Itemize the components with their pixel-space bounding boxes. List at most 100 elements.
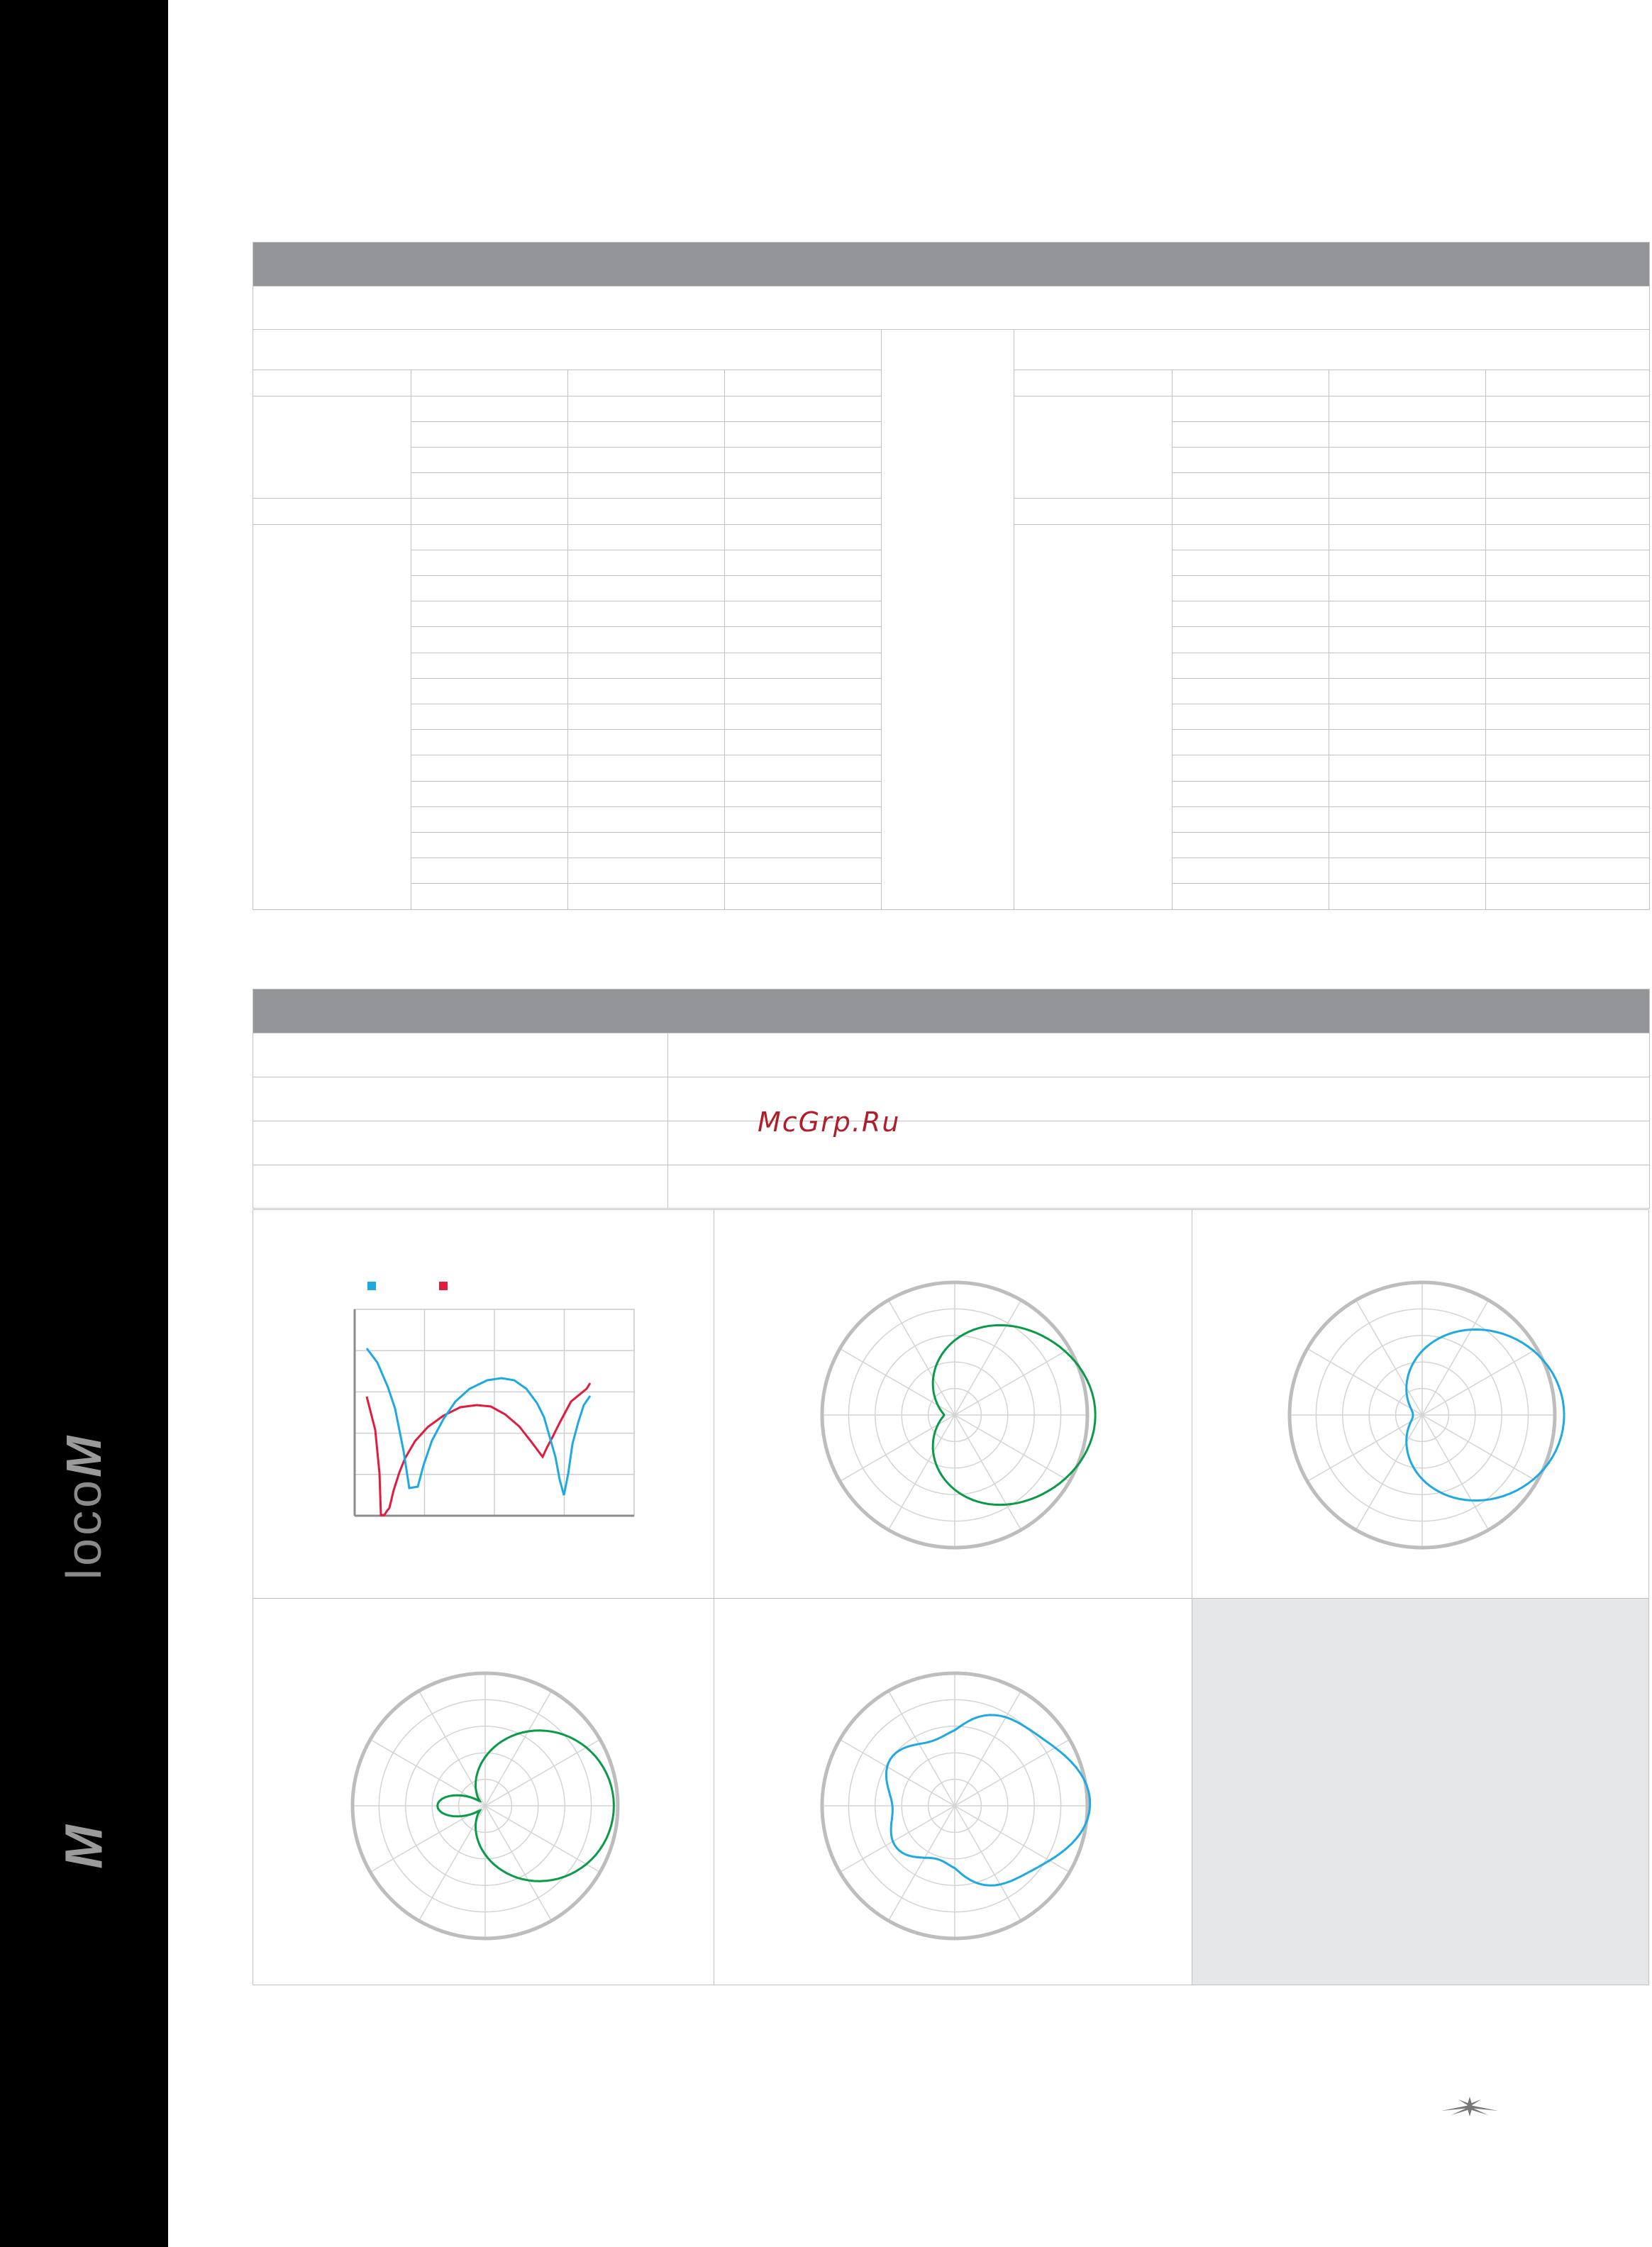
product-mark: M xyxy=(56,1436,111,1477)
table-cell xyxy=(724,755,882,782)
table-cell xyxy=(1329,858,1486,884)
table-cell xyxy=(411,729,568,755)
table-row xyxy=(253,1033,1650,1077)
table-cell xyxy=(1485,729,1651,755)
swr-chart-panel xyxy=(253,1209,714,1599)
table-cell xyxy=(724,524,882,550)
table-cell xyxy=(1329,883,1486,910)
legend-swatch xyxy=(439,1282,448,1290)
watermark-text: McGrp.Ru xyxy=(758,1106,901,1138)
table-cell xyxy=(567,858,725,884)
table-cell xyxy=(1485,601,1651,627)
table-header-row xyxy=(253,989,1650,1033)
table-cell xyxy=(567,498,725,525)
table-cell xyxy=(567,524,725,550)
column-header-cell xyxy=(1014,370,1173,396)
column-header-cell xyxy=(1485,370,1651,396)
table-cell xyxy=(1172,653,1329,679)
table-cell xyxy=(724,472,882,499)
pattern-panel-4 xyxy=(714,1598,1192,1985)
table-cell xyxy=(1329,626,1486,653)
table-cell xyxy=(411,806,568,833)
group-left-header xyxy=(253,329,882,370)
table-cell xyxy=(1172,704,1329,730)
table-cell xyxy=(567,781,725,807)
table-cell xyxy=(567,678,725,704)
table-cell xyxy=(724,421,882,448)
table-cell xyxy=(1329,421,1486,448)
table-cell xyxy=(567,550,725,576)
table-cell xyxy=(567,447,725,473)
table-cell xyxy=(567,704,725,730)
table-cell xyxy=(411,832,568,858)
table-cell xyxy=(724,550,882,576)
table-cell xyxy=(724,883,882,910)
table-cell xyxy=(411,858,568,884)
table-cell xyxy=(724,781,882,807)
series-logo: M xyxy=(54,1825,113,1869)
table-cell xyxy=(1329,832,1486,858)
row-group-label xyxy=(253,396,411,499)
table-header-bar xyxy=(252,242,1651,287)
table-row xyxy=(253,1165,1650,1209)
table-cell xyxy=(1172,575,1329,601)
label-cell xyxy=(253,1033,668,1077)
table-cell xyxy=(1329,447,1486,473)
table-cell xyxy=(724,447,882,473)
table-cell xyxy=(1485,550,1651,576)
table-cell xyxy=(724,729,882,755)
table-cell xyxy=(1172,755,1329,782)
radiation-pattern-3 xyxy=(350,1671,620,1941)
table-cell xyxy=(1329,781,1486,807)
table-cell xyxy=(724,575,882,601)
table-row xyxy=(253,1121,1650,1165)
table-cell xyxy=(411,601,568,627)
row-group-label xyxy=(253,524,411,910)
table-cell xyxy=(411,421,568,448)
table-cell xyxy=(1172,781,1329,807)
table-cell xyxy=(1485,498,1651,525)
table-cell xyxy=(1485,575,1651,601)
table-cell xyxy=(724,626,882,653)
table-cell xyxy=(567,729,725,755)
pattern-panel-3 xyxy=(253,1598,714,1985)
table-cell xyxy=(1485,447,1651,473)
table-cell xyxy=(1172,729,1329,755)
label-cell xyxy=(253,1121,668,1165)
table-cell xyxy=(1172,524,1329,550)
table-cell xyxy=(1329,729,1486,755)
product-prefix: loco xyxy=(56,1477,111,1580)
table-cell xyxy=(1172,498,1329,525)
swr-chart xyxy=(353,1282,635,1517)
table-cell xyxy=(1485,806,1651,833)
label-cell xyxy=(253,1165,668,1209)
table-header-row xyxy=(252,242,1651,287)
table-cell xyxy=(1172,550,1329,576)
table-cell xyxy=(1485,421,1651,448)
table-header-bar xyxy=(253,989,1650,1033)
row-group-label xyxy=(1014,498,1173,525)
table-cell xyxy=(1329,601,1486,627)
table-cell xyxy=(567,421,725,448)
row-group-label xyxy=(253,498,411,525)
series-line xyxy=(365,1382,592,1516)
table-cell xyxy=(1485,472,1651,499)
column-header-cell xyxy=(724,370,882,396)
table-cell xyxy=(1329,498,1486,525)
table-cell xyxy=(1485,832,1651,858)
table-cell xyxy=(1485,653,1651,679)
table-cell xyxy=(1172,447,1329,473)
column-header-cell xyxy=(1329,370,1486,396)
table-cell xyxy=(724,396,882,422)
table-cell xyxy=(1485,781,1651,807)
table-cell xyxy=(567,806,725,833)
table-cell xyxy=(1172,678,1329,704)
table-cell xyxy=(724,653,882,679)
table-cell xyxy=(567,653,725,679)
radiation-pattern-4 xyxy=(820,1671,1092,1941)
table-cell xyxy=(411,472,568,499)
table-cell xyxy=(411,626,568,653)
table-cell xyxy=(411,755,568,782)
table-cell xyxy=(411,678,568,704)
table-cell xyxy=(411,883,568,910)
